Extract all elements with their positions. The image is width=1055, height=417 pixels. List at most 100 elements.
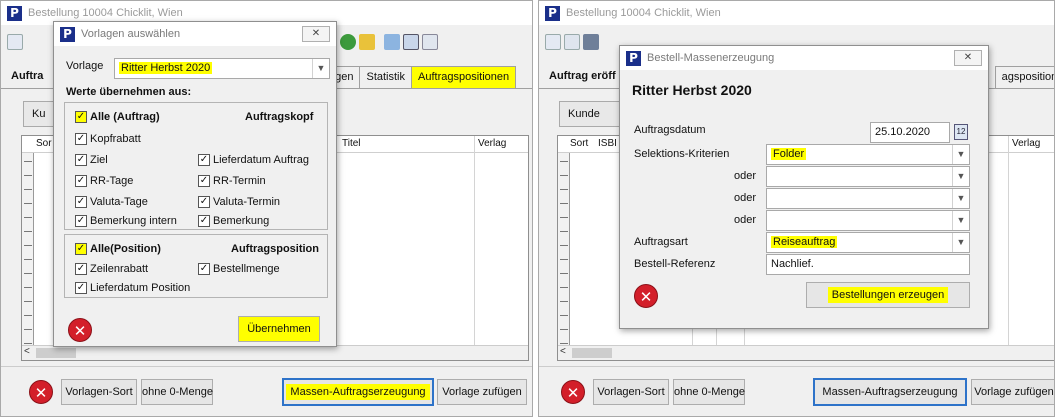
lieferdatum-auftrag-checkbox[interactable]: ✓ Lieferdatum Auftrag <box>198 154 309 166</box>
window-title: Bestellung 10004 Chicklit, Wien <box>28 7 183 19</box>
selektion-select-3[interactable]: ▼ <box>766 188 970 209</box>
vorlage-zufuegen-button[interactable]: Vorlage zufügen <box>971 379 1054 405</box>
checklist-icon[interactable] <box>422 34 438 50</box>
referenz-label: Bestell-Referenz <box>634 258 716 270</box>
rr-termin-checkbox[interactable]: ✓ RR-Termin <box>198 175 266 187</box>
alle-auftrag-checkbox[interactable]: ✓ Alle (Auftrag) <box>75 111 160 123</box>
cancel-icon[interactable]: ✕ <box>29 380 53 404</box>
dialog-titlebar: P Vorlagen auswählen ✕ <box>54 22 336 46</box>
horizontal-scrollbar[interactable]: < <box>22 345 528 360</box>
valuta-tage-checkbox[interactable]: ✓ Valuta-Tage <box>75 196 148 208</box>
chevron-down-icon[interactable]: ▼ <box>312 59 329 78</box>
right-bottom-bar: ✕ Vorlagen-Sort ohne 0-Menge Massen-Auft… <box>539 366 1054 416</box>
tab-auftrag[interactable]: Auftra <box>5 66 49 88</box>
save-icon[interactable] <box>583 34 599 50</box>
window-title: Bestellung 10004 Chicklit, Wien <box>566 7 721 19</box>
dialog-title: Bestell-Massenerzeugung <box>647 52 775 64</box>
massen-auftragserzeugung-button[interactable]: Massen-Auftragserzeugung <box>813 378 967 406</box>
chevron-down-icon[interactable]: ▼ <box>952 145 969 164</box>
vorlagen-sort-button[interactable]: Vorlagen-Sort <box>593 379 669 405</box>
selektion-select-4[interactable]: ▼ <box>766 210 970 231</box>
chevron-down-icon[interactable]: ▼ <box>952 167 969 186</box>
oder-label: oder <box>734 170 757 182</box>
calendar-icon[interactable]: 12 <box>954 124 968 140</box>
left-bottom-bar: ✕ Vorlagen-Sort ohne 0-Menge Massen-Auft… <box>1 366 532 416</box>
kopfrabatt-checkbox[interactable]: ✓ Kopfrabatt <box>75 133 141 145</box>
scroll-left-icon[interactable]: < <box>24 346 30 357</box>
dialog-cancel-icon[interactable]: ✕ <box>634 284 658 308</box>
row-indicator <box>22 153 34 360</box>
folder-icon[interactable] <box>359 34 375 50</box>
ohne-null-menge-button[interactable]: ohne 0-Menge <box>673 379 745 405</box>
ziel-checkbox[interactable]: ✓ Ziel <box>75 154 108 166</box>
col-isbn[interactable]: ISBI <box>598 138 617 149</box>
chevron-down-icon[interactable]: ▼ <box>952 233 969 252</box>
lieferdatum-position-checkbox[interactable]: ✓ Lieferdatum Position <box>75 282 190 294</box>
tab-auftragspositionen[interactable]: Auftragspositionen <box>411 66 517 88</box>
auftragsart-select[interactable]: Reiseauftrag ▼ <box>766 232 970 253</box>
scroll-thumb[interactable] <box>36 348 76 358</box>
left-window: P Bestellung 10004 Chicklit, Wien Auftra… <box>0 0 533 417</box>
ubernehmen-button[interactable]: Übernehmen <box>238 316 320 342</box>
dialog-heading: Ritter Herbst 2020 <box>632 82 752 98</box>
dialog-logo-icon: P <box>60 26 75 42</box>
dialog-cancel-icon[interactable]: ✕ <box>68 318 92 342</box>
col-sort[interactable]: Sort <box>570 138 588 149</box>
app-logo-icon: P <box>545 5 560 21</box>
bestellmenge-checkbox[interactable]: ✓ Bestellmenge <box>198 263 280 275</box>
ohne-null-menge-button[interactable]: ohne 0-Menge <box>141 379 213 405</box>
col-titel[interactable]: Titel <box>342 138 361 149</box>
scroll-left-icon[interactable]: < <box>560 346 566 357</box>
vorlage-select[interactable]: Ritter Herbst 2020 ▼ <box>114 58 330 79</box>
tab-auftragspositionen[interactable]: agspositionen <box>994 66 1054 88</box>
col-verlag[interactable]: Verlag <box>1012 138 1040 149</box>
massen-auftragserzeugung-button[interactable]: Massen-Auftragserzeugung <box>282 378 434 406</box>
chevron-down-icon[interactable]: ▼ <box>952 189 969 208</box>
close-icon[interactable]: ✕ <box>954 50 982 66</box>
bemerkung-intern-checkbox[interactable]: ✓ Bemerkung intern <box>75 215 177 227</box>
bemerkung-checkbox[interactable]: ✓ Bemerkung <box>198 215 269 227</box>
horizontal-scrollbar[interactable]: < <box>558 345 1054 360</box>
chevron-down-icon[interactable]: ▼ <box>952 211 969 230</box>
tab-statistik[interactable]: Statistik <box>359 66 412 88</box>
rr-tage-checkbox[interactable]: ✓ RR-Tage <box>75 175 133 187</box>
go-icon[interactable] <box>340 34 356 50</box>
copy-icon[interactable] <box>564 34 580 50</box>
bestellungen-erzeugen-button[interactable]: Bestellungen erzeugen <box>806 282 970 308</box>
dialog-logo-icon: P <box>626 50 641 66</box>
auftragsposition-heading: Auftragsposition <box>231 243 319 255</box>
scroll-thumb[interactable] <box>572 348 612 358</box>
auftragsart-label: Auftragsart <box>634 236 688 248</box>
alle-position-checkbox[interactable]: ✓ Alle(Position) <box>75 243 161 255</box>
new-doc-icon[interactable] <box>545 34 561 50</box>
vorlagen-dialog: P Vorlagen auswählen ✕ Vorlage Ritter He… <box>53 21 337 347</box>
auftragsart-select-value: Reiseauftrag <box>771 236 838 248</box>
oder-label: oder <box>734 192 757 204</box>
valuta-termin-checkbox[interactable]: ✓ Valuta-Termin <box>198 196 280 208</box>
tab-auftrag-eroeffnen[interactable]: Auftrag eröff <box>543 66 622 88</box>
vorlage-zufuegen-button[interactable]: Vorlage zufügen <box>437 379 527 405</box>
vorlage-label: Vorlage <box>66 60 104 72</box>
print-icon[interactable] <box>384 34 400 50</box>
vorlagen-sort-button[interactable]: Vorlagen-Sort <box>61 379 137 405</box>
right-window: P Bestellung 10004 Chicklit, Wien Auftra… <box>538 0 1055 417</box>
col-verlag[interactable]: Verlag <box>478 138 506 149</box>
col-sort[interactable]: Sor <box>36 138 52 149</box>
auftragsdatum-label: Auftragsdatum <box>634 124 706 136</box>
massenerzeugung-dialog: P Bestell-Massenerzeugung ✕ Ritter Herbs… <box>619 45 989 329</box>
vorlage-select-value: Ritter Herbst 2020 <box>119 62 213 74</box>
referenz-input[interactable]: Nachlief. <box>766 254 970 275</box>
oder-label: oder <box>734 214 757 226</box>
new-doc-icon[interactable] <box>7 34 23 50</box>
calendar-icon[interactable] <box>403 34 419 50</box>
right-titlebar: P Bestellung 10004 Chicklit, Wien <box>539 1 1054 25</box>
dialog-title: Vorlagen auswählen <box>81 28 181 40</box>
zeilenrabatt-checkbox[interactable]: ✓ Zeilenrabatt <box>75 263 148 275</box>
kunde-button[interactable]: Kunde <box>559 101 623 127</box>
cancel-icon[interactable]: ✕ <box>561 380 585 404</box>
close-icon[interactable]: ✕ <box>302 26 330 42</box>
row-indicator <box>558 153 570 360</box>
selektion-select-1[interactable]: Folder ▼ <box>766 144 970 165</box>
auftragsdatum-input[interactable]: 25.10.2020 <box>870 122 950 143</box>
selektion-select-2[interactable]: ▼ <box>766 166 970 187</box>
